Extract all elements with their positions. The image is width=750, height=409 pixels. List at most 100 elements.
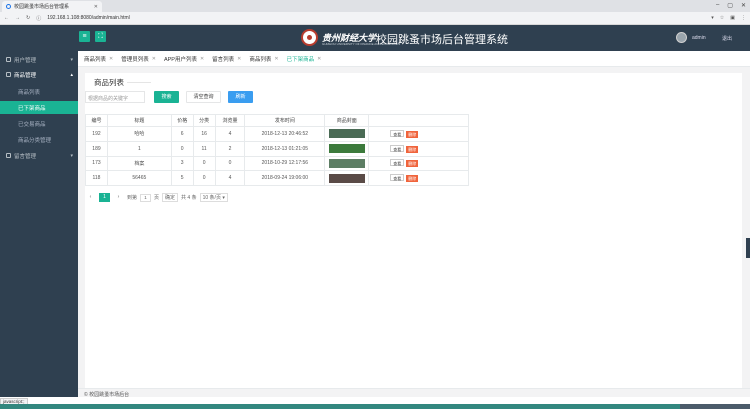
next-page-button[interactable]: › bbox=[113, 193, 124, 202]
sidebar-item-traded[interactable]: 已交易商品 bbox=[0, 117, 78, 130]
goto-label: 到第 bbox=[127, 195, 138, 201]
cell-price: 5 bbox=[170, 170, 194, 187]
cell-title: 1 bbox=[106, 140, 172, 157]
cell-title: 56465 bbox=[106, 170, 172, 187]
maximize-button[interactable]: ▢ bbox=[727, 2, 733, 9]
clear-query-button[interactable]: 清空查询 bbox=[186, 91, 221, 103]
tab-app-users[interactable]: APP用户列表 ✕ bbox=[162, 55, 206, 63]
view-button[interactable]: 查看 bbox=[390, 129, 405, 137]
top-header: ≡ ⛶ 贵州财经大学 GUIZHOU UNIVERSITY OF FINANCE… bbox=[0, 25, 750, 51]
cell-id: 173 bbox=[85, 155, 108, 172]
close-icon[interactable]: ✕ bbox=[109, 56, 113, 62]
cell-actions: 查看 删除 bbox=[368, 140, 469, 157]
col-cover: 商品封面 bbox=[324, 114, 370, 127]
page-tabs: 商品列表 ✕ 管理员列表 ✕ APP用户列表 ✕ 留言列表 ✕ 商品列表 ✕ 已下架商品 ✕ bbox=[78, 51, 750, 67]
message-icon bbox=[6, 153, 11, 158]
sidebar-item-goods-list[interactable]: 商品列表 bbox=[0, 85, 78, 98]
cover-thumbnail[interactable] bbox=[328, 158, 365, 168]
tab-goods-list-2[interactable]: 商品列表 ✕ bbox=[247, 55, 280, 63]
refresh-button[interactable]: 刷新 bbox=[228, 91, 253, 103]
side-scroll-handle[interactable] bbox=[746, 238, 750, 258]
tab-admin-list[interactable]: 管理员列表 ✕ bbox=[119, 55, 158, 63]
cell-price: 0 bbox=[170, 140, 194, 157]
browser-tab[interactable]: 校园跳蚤市场后台管理系 ✕ bbox=[2, 1, 102, 12]
cell-cover bbox=[324, 140, 370, 157]
cover-thumbnail[interactable] bbox=[328, 144, 365, 154]
menu-toggle-icon[interactable]: ≡ bbox=[79, 31, 90, 42]
col-views: 浏览量 bbox=[214, 114, 246, 127]
avatar[interactable] bbox=[676, 32, 687, 43]
close-icon[interactable]: ✕ bbox=[200, 56, 204, 62]
search-button[interactable]: 搜索 bbox=[154, 91, 179, 103]
view-button[interactable]: 查看 bbox=[390, 159, 405, 167]
page-1-button[interactable]: 1 bbox=[99, 193, 110, 202]
cover-thumbnail[interactable] bbox=[328, 173, 365, 183]
cover-thumbnail[interactable] bbox=[328, 129, 365, 139]
minimize-button[interactable]: – bbox=[716, 2, 719, 9]
delete-button[interactable]: 删除 bbox=[406, 175, 419, 183]
fullscreen-icon[interactable]: ⛶ bbox=[95, 31, 106, 42]
university-logo bbox=[301, 29, 318, 46]
close-tab-icon[interactable]: ✕ bbox=[94, 4, 98, 10]
delete-button[interactable]: 删除 bbox=[406, 130, 419, 138]
close-icon[interactable]: ✕ bbox=[152, 56, 156, 62]
cell-cover bbox=[324, 170, 370, 187]
sidebar-item-user-mgmt[interactable]: 用户管理 ▾ bbox=[0, 53, 78, 66]
sidebar-item-offshelf[interactable]: 已下架商品 bbox=[0, 101, 78, 114]
close-icon[interactable]: ✕ bbox=[317, 56, 321, 62]
url-input[interactable]: 192.168.1.108:8080/admin/main.html bbox=[47, 15, 705, 21]
delete-button[interactable]: 删除 bbox=[406, 145, 419, 153]
col-title: 标题 bbox=[106, 114, 172, 127]
search-input[interactable]: 根据商品的关键字 bbox=[85, 91, 145, 103]
address-bar: ← → ↻ ⓘ 192.168.1.108:8080/admin/main.ht… bbox=[0, 12, 750, 25]
cell-id: 118 bbox=[85, 170, 108, 187]
prev-page-button[interactable]: ‹ bbox=[85, 193, 96, 202]
page-unit-label: 页 bbox=[154, 195, 160, 201]
forward-icon[interactable]: → bbox=[15, 15, 20, 21]
cell-views: 0 bbox=[214, 155, 246, 172]
sidebar-item-category[interactable]: 商品分类管理 bbox=[0, 133, 78, 146]
filter-icon[interactable]: ▾ bbox=[711, 15, 714, 21]
view-button[interactable]: 查看 bbox=[390, 174, 405, 182]
chevron-down-icon: ▾ bbox=[70, 56, 73, 63]
cell-time: 2018-10-29 12:17:56 bbox=[244, 155, 326, 172]
cell-category: 0 bbox=[192, 170, 216, 187]
col-actions bbox=[368, 114, 469, 127]
extension-icon[interactable]: ▣ bbox=[730, 15, 735, 21]
browser-tab-title: 校园跳蚤市场后台管理系 bbox=[14, 4, 70, 10]
pagination: ‹ 1 › 到第 1 页 确定 共 4 条 10 条/页 ▾ bbox=[85, 193, 228, 202]
globe-icon bbox=[6, 4, 11, 9]
sidebar-item-message-mgmt[interactable]: 留言管理 ▾ bbox=[0, 149, 78, 162]
tab-label: APP用户列表 bbox=[163, 56, 197, 63]
reload-icon[interactable]: ↻ bbox=[26, 15, 30, 21]
tab-goods-list[interactable]: 商品列表 ✕ bbox=[82, 55, 115, 63]
col-time: 发布时间 bbox=[244, 114, 326, 127]
close-window-button[interactable]: ✕ bbox=[741, 2, 746, 9]
close-icon[interactable]: ✕ bbox=[274, 56, 278, 62]
logout-link[interactable]: 退出 bbox=[722, 35, 732, 42]
cell-title: 档案 bbox=[106, 155, 172, 172]
per-page-select[interactable]: 10 条/页 ▾ bbox=[199, 193, 228, 202]
info-icon[interactable]: ⓘ bbox=[36, 15, 41, 22]
confirm-button[interactable]: 确定 bbox=[162, 193, 179, 202]
table-row: 189 1 0 11 2 2018-12-13 01:21:05 查看 删除 bbox=[85, 140, 469, 157]
sidebar-item-goods-mgmt[interactable]: 商品管理 ▴ bbox=[0, 68, 78, 81]
view-button[interactable]: 查看 bbox=[390, 144, 405, 152]
back-icon[interactable]: ← bbox=[4, 15, 9, 21]
username[interactable]: admin bbox=[692, 35, 706, 41]
delete-button[interactable]: 删除 bbox=[406, 160, 419, 168]
menu-icon[interactable]: ⋮ bbox=[741, 15, 746, 21]
sidebar: 用户管理 ▾ 商品管理 ▴ 商品列表 已下架商品 已交易商品 商品分类管理 留言… bbox=[0, 51, 78, 397]
tab-messages[interactable]: 留言列表 ✕ bbox=[210, 55, 243, 63]
grid-icon bbox=[6, 72, 11, 77]
page-footer: © 校园跳蚤市场后台 bbox=[78, 388, 750, 398]
sidebar-item-label: 留言管理 bbox=[14, 153, 37, 160]
tab-label: 商品列表 bbox=[249, 56, 272, 63]
cell-price: 6 bbox=[170, 126, 194, 142]
table-row: 173 档案 3 0 0 2018-10-29 12:17:56 查看 删除 bbox=[85, 155, 469, 172]
bookmark-star-icon[interactable]: ☆ bbox=[720, 15, 724, 21]
cell-category: 11 bbox=[192, 140, 216, 157]
tab-offshelf[interactable]: 已下架商品 ✕ bbox=[285, 55, 324, 63]
close-icon[interactable]: ✕ bbox=[237, 56, 241, 62]
page-number-input[interactable]: 1 bbox=[140, 193, 152, 202]
